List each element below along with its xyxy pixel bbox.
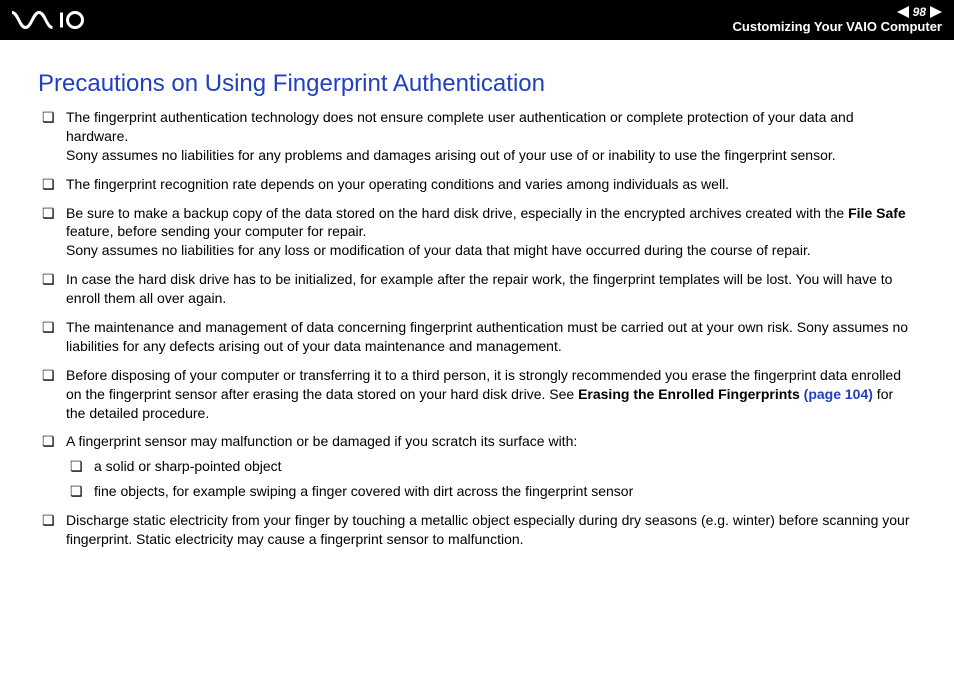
list-item: In case the hard disk drive has to be in… — [38, 270, 916, 308]
page-number: 98 — [913, 5, 926, 19]
list-item: Before disposing of your computer or tra… — [38, 366, 916, 423]
prev-page-arrow-icon[interactable] — [897, 6, 909, 18]
sub-list-item: a solid or sharp-pointed object — [66, 457, 916, 476]
page-nav: 98 — [733, 5, 942, 19]
content-area: Precautions on Using Fingerprint Authent… — [0, 40, 954, 549]
list-item: The fingerprint recognition rate depends… — [38, 175, 916, 194]
list-item: A fingerprint sensor may malfunction or … — [38, 432, 916, 501]
header-right: 98 Customizing Your VAIO Computer — [733, 5, 942, 35]
sub-list: a solid or sharp-pointed object fine obj… — [66, 457, 916, 501]
vaio-logo-svg — [12, 11, 102, 29]
page-link[interactable]: (page 104) — [804, 386, 873, 402]
sub-list-item: fine objects, for example swiping a fing… — [66, 482, 916, 501]
page-title: Precautions on Using Fingerprint Authent… — [38, 70, 916, 98]
section-label: Customizing Your VAIO Computer — [733, 19, 942, 35]
list-item: Discharge static electricity from your f… — [38, 511, 916, 549]
list-item: The fingerprint authentication technolog… — [38, 108, 916, 165]
vaio-logo — [12, 11, 102, 29]
precautions-list: The fingerprint authentication technolog… — [38, 108, 916, 549]
page-header: 98 Customizing Your VAIO Computer — [0, 0, 954, 40]
next-page-arrow-icon[interactable] — [930, 6, 942, 18]
list-item: Be sure to make a backup copy of the dat… — [38, 204, 916, 261]
list-item: The maintenance and management of data c… — [38, 318, 916, 356]
